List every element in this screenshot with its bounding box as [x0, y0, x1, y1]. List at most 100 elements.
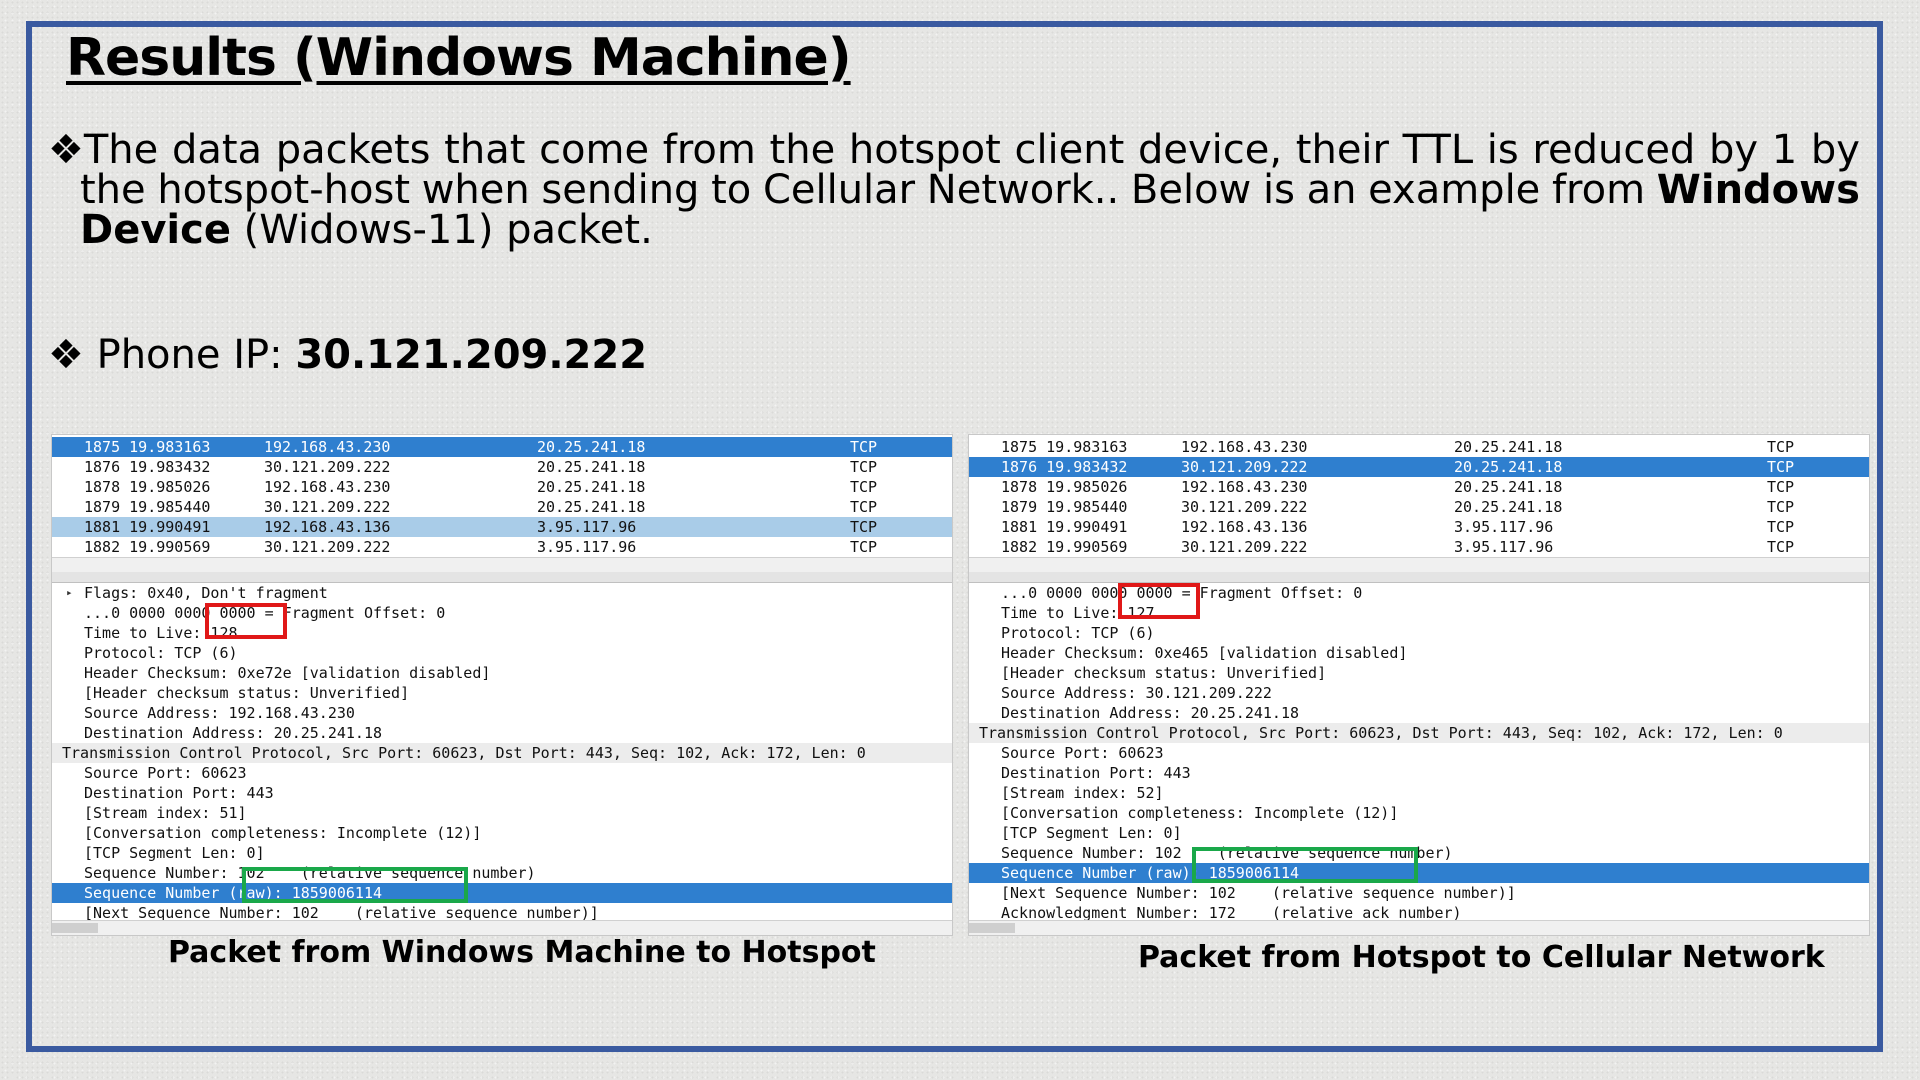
detail-row[interactable]: ...0 0000 0000 0000 = Fragment Offset: 0	[969, 583, 1869, 603]
scrollbar-thumb[interactable]	[969, 923, 1015, 933]
detail-row[interactable]: [Stream index: 51]	[52, 803, 952, 823]
detail-row[interactable]: Destination Address: 20.25.241.18	[969, 703, 1869, 723]
word: an	[1306, 167, 1357, 213]
detail-row-flags[interactable]: Flags: 0x40, Don't fragment	[52, 583, 952, 603]
word: from	[1551, 167, 1646, 213]
word: when	[421, 167, 530, 213]
wireshark-panel-left[interactable]: 1875 19.983163 192.168.43.230 20.25.241.18…	[51, 434, 953, 936]
bold-text: Windows	[1656, 167, 1860, 213]
wireshark-panel-right[interactable]: 1875 19.983163 192.168.43.230 20.25.241.18…	[968, 434, 1870, 936]
packet-row[interactable]: 1876 19.983432 30.121.209.222 20.25.241.18…	[969, 457, 1869, 477]
detail-row-seq-raw[interactable]: Sequence Number (raw): 1859006114	[52, 883, 952, 903]
detail-row[interactable]: [TCP Segment Len: 0]	[52, 843, 952, 863]
seq-highlight-box-left	[242, 867, 468, 903]
phone-ip-label: Phone IP:	[96, 332, 296, 378]
word: their	[1295, 127, 1389, 173]
detail-row[interactable]: Destination Address: 20.25.241.18	[52, 723, 952, 743]
packet-row[interactable]: 1875 19.983163 192.168.43.230 20.25.241.18…	[969, 437, 1869, 457]
slide-title: Results (Windows Machine)	[66, 28, 852, 88]
word: is	[1486, 127, 1519, 173]
detail-row-ttl[interactable]: Time to Live: 128	[52, 623, 952, 643]
word: device,	[1138, 127, 1283, 173]
details-scrollbar[interactable]	[969, 920, 1869, 935]
word: the	[80, 167, 146, 213]
ttl-highlight-box-left	[205, 603, 287, 639]
packet-row[interactable]: 1882 19.990569 30.121.209.222 3.95.117.96 T…	[969, 537, 1869, 557]
ttl-highlight-box-right	[1118, 583, 1200, 619]
phone-ip-value: 30.121.209.222	[295, 332, 648, 378]
diamond-bullet-icon: ❖	[48, 332, 84, 378]
word: by	[1810, 127, 1860, 173]
packet-row[interactable]: 1879 19.985440 30.121.209.222 20.25.241.18…	[52, 497, 952, 517]
detail-row-tcp-header[interactable]: Transmission Control Protocol, Src Port:…	[969, 723, 1869, 743]
packet-details-tree[interactable]: ...0 0000 0000 0000 = Fragment Offset: 0…	[969, 583, 1869, 923]
pane-splitter[interactable]	[52, 572, 952, 583]
detail-row[interactable]: [TCP Segment Len: 0]	[969, 823, 1869, 843]
detail-row[interactable]: [Conversation completeness: Incomplete (…	[52, 823, 952, 843]
detail-row[interactable]: [Stream index: 52]	[969, 783, 1869, 803]
packet-list-scrollbar[interactable]	[52, 557, 952, 573]
detail-row-tcp-header[interactable]: Transmission Control Protocol, Src Port:…	[52, 743, 952, 763]
caption-right: Packet from Hotspot to Cellular Network	[1138, 940, 1825, 975]
packet-row[interactable]: 1875 19.983163 192.168.43.230 20.25.241.18…	[52, 437, 952, 457]
word: Below	[1130, 167, 1252, 213]
packet-row[interactable]: 1879 19.985440 30.121.209.222 20.25.241.18…	[969, 497, 1869, 517]
packet-row[interactable]: 1882 19.990569 30.121.209.222 3.95.117.96 T…	[52, 537, 952, 557]
bold-text: Device	[80, 207, 231, 253]
detail-row-seq-raw[interactable]: Sequence Number (raw): 1859006114	[969, 863, 1869, 883]
detail-row[interactable]: Header Checksum: 0xe465 [validation disa…	[969, 643, 1869, 663]
seq-highlight-box-right	[1192, 847, 1418, 883]
word: from	[662, 127, 756, 173]
detail-row[interactable]: [Header checksum status: Unverified]	[52, 683, 952, 703]
detail-row[interactable]: Source Port: 60623	[969, 743, 1869, 763]
word: data	[171, 127, 263, 173]
detail-row[interactable]: Source Address: 30.121.209.222	[969, 683, 1869, 703]
detail-row[interactable]: Protocol: TCP (6)	[969, 623, 1869, 643]
word: client	[1014, 127, 1125, 173]
word: to	[711, 167, 752, 213]
packet-row[interactable]: 1878 19.985026 192.168.43.230 20.25.241.18…	[969, 477, 1869, 497]
packet-list[interactable]: 1875 19.983163 192.168.43.230 20.25.241.18…	[969, 437, 1869, 557]
bullet1-line1: ❖The data packets that come from the hot…	[48, 130, 1860, 170]
detail-row-ttl[interactable]: Time to Live: 127	[969, 603, 1869, 623]
word: packets	[275, 127, 431, 173]
word: come	[539, 127, 650, 173]
word: TTL	[1402, 127, 1474, 173]
bullet1-line2: the hotspot-host when sending to Cellula…	[48, 170, 1860, 210]
pane-splitter[interactable]	[969, 572, 1869, 583]
bullet1-line3: Device (Widows-11) packet.	[48, 210, 1860, 250]
detail-row[interactable]: Header Checksum: 0xe72e [validation disa…	[52, 663, 952, 683]
packet-details-tree[interactable]: Flags: 0x40, Don't fragment ...0 0000 00…	[52, 583, 952, 923]
scrollbar-thumb[interactable]	[52, 923, 98, 933]
packet-row[interactable]: 1876 19.983432 30.121.209.222 20.25.241.18…	[52, 457, 952, 477]
detail-row[interactable]: Protocol: TCP (6)	[52, 643, 952, 663]
word: 1	[1771, 127, 1798, 173]
packet-list-scrollbar[interactable]	[969, 557, 1869, 573]
packet-list[interactable]: 1875 19.983163 192.168.43.230 20.25.241.18…	[52, 437, 952, 557]
text: (Widows-11) packet.	[230, 207, 653, 253]
details-scrollbar[interactable]	[52, 920, 952, 935]
packet-row[interactable]: 1881 19.990491 192.168.43.136 3.95.117.96 T…	[52, 517, 952, 537]
detail-row[interactable]: Sequence Number: 102 (relative sequence …	[52, 863, 952, 883]
detail-row[interactable]: Source Address: 192.168.43.230	[52, 703, 952, 723]
word: Cellular	[762, 167, 916, 213]
detail-row[interactable]: [Header checksum status: Unverified]	[969, 663, 1869, 683]
word: by	[1709, 127, 1759, 173]
detail-row[interactable]: Destination Port: 443	[969, 763, 1869, 783]
detail-row[interactable]: ...0 0000 0000 0000 = Fragment Offset: 0	[52, 603, 952, 623]
word: reduced	[1532, 127, 1696, 173]
packet-row[interactable]: 1878 19.985026 192.168.43.230 20.25.241.18…	[52, 477, 952, 497]
detail-row[interactable]: Sequence Number: 102 (relative sequence …	[969, 843, 1869, 863]
word: sending	[541, 167, 700, 213]
bullet-ttl-explanation: ❖The data packets that come from the hot…	[48, 130, 1860, 250]
detail-row[interactable]: [Next Sequence Number: 102 (relative seq…	[969, 883, 1869, 903]
detail-row[interactable]: Destination Port: 443	[52, 783, 952, 803]
word: is	[1262, 167, 1295, 213]
word: Network..	[926, 167, 1120, 213]
diamond-bullet-icon: ❖The	[48, 127, 159, 173]
word: the	[769, 127, 836, 173]
detail-row[interactable]: Source Port: 60623	[52, 763, 952, 783]
detail-row[interactable]: [Conversation completeness: Incomplete (…	[969, 803, 1869, 823]
packet-row[interactable]: 1881 19.990491 192.168.43.136 3.95.117.96 T…	[969, 517, 1869, 537]
word: hotspot	[848, 127, 1001, 173]
